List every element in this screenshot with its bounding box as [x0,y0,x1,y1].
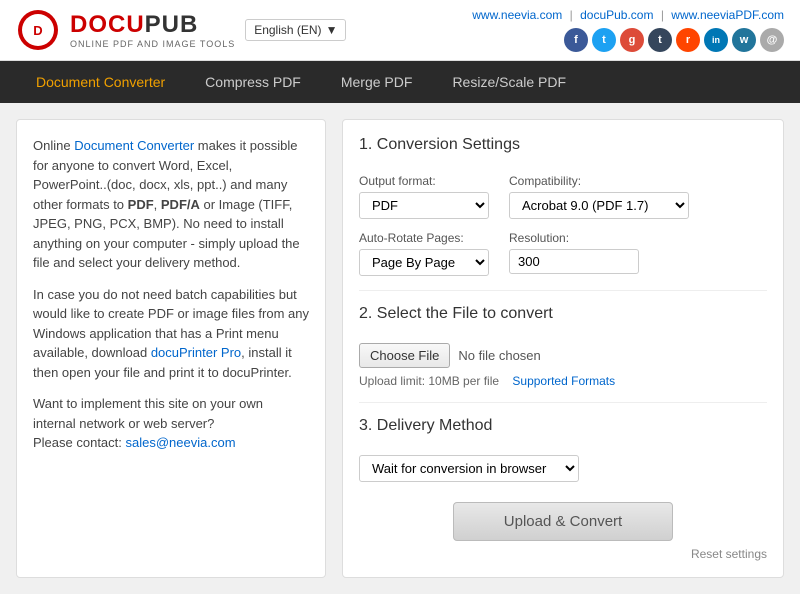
header-links: www.neevia.com | docuPub.com | www.neevi… [472,8,784,22]
file-chooser-row: Choose File No file chosen [359,343,767,368]
delivery-method-row: Wait for conversion in browser Download … [359,455,767,482]
resolution-group: Resolution: [509,231,639,276]
main-content: Online Document Converter makes it possi… [0,103,800,594]
email-icon[interactable]: @ [760,28,784,52]
right-panel: 1. Conversion Settings Output format: PD… [342,119,784,578]
wordpress-icon[interactable]: w [732,28,756,52]
divider-1 [359,290,767,291]
output-format-select[interactable]: PDF PDF/A TIFF JPEG PNG PCX BMP [359,192,489,219]
intro-paragraph-2: In case you do not need batch capabiliti… [33,285,309,383]
logo-area: D DOCUPUB ONLINE PDF AND IMAGE TOOLS Eng… [16,8,346,52]
docuprinter-link[interactable]: docuPrinter Pro [151,345,241,360]
linkedin-icon[interactable]: in [704,28,728,52]
twitter-icon[interactable]: t [592,28,616,52]
autorotate-resolution-row: Auto-Rotate Pages: Page By Page None All… [359,231,767,276]
choose-file-button[interactable]: Choose File [359,343,450,368]
intro-paragraph-3: Want to implement this site on your own … [33,394,309,453]
language-selector[interactable]: English (EN) ▼ [245,19,346,41]
nav-document-converter[interactable]: Document Converter [16,61,185,103]
google-plus-icon[interactable]: g [620,28,644,52]
section1-title: 1. Conversion Settings [359,136,767,160]
logo-subtitle: ONLINE PDF AND IMAGE TOOLS [70,39,235,49]
section2-title: 2. Select the File to convert [359,305,767,329]
autorotate-select[interactable]: Page By Page None All [359,249,489,276]
sales-email-link[interactable]: sales@neevia.com [126,435,236,450]
svg-text:D: D [33,23,42,38]
neeviapdf-link[interactable]: www.neeviaPDF.com [671,8,784,22]
upload-btn-area: Upload & Convert [359,502,767,541]
tumblr-icon[interactable]: t [648,28,672,52]
facebook-icon[interactable]: f [564,28,588,52]
resolution-label: Resolution: [509,231,639,245]
nav-resize-pdf[interactable]: Resize/Scale PDF [432,61,586,103]
output-format-label: Output format: [359,174,489,188]
nav-compress-pdf[interactable]: Compress PDF [185,61,321,103]
upload-convert-button[interactable]: Upload & Convert [453,502,673,541]
output-compat-row: Output format: PDF PDF/A TIFF JPEG PNG P… [359,174,767,219]
autorotate-group: Auto-Rotate Pages: Page By Page None All [359,231,489,276]
docupub-link[interactable]: docuPub.com [580,8,653,22]
intro-paragraph-1: Online Document Converter makes it possi… [33,136,309,273]
logo-icon: D [16,8,60,52]
compatibility-label: Compatibility: [509,174,689,188]
upload-info: Upload limit: 10MB per file Supported Fo… [359,374,767,388]
delivery-method-select[interactable]: Wait for conversion in browser Download … [359,455,579,482]
top-header: D DOCUPUB ONLINE PDF AND IMAGE TOOLS Eng… [0,0,800,61]
supported-formats-link[interactable]: Supported Formats [512,374,615,388]
neevia-link[interactable]: www.neevia.com [472,8,562,22]
nav-merge-pdf[interactable]: Merge PDF [321,61,433,103]
divider-2 [359,402,767,403]
reset-settings-link[interactable]: Reset settings [359,547,767,561]
compatibility-group: Compatibility: Acrobat 9.0 (PDF 1.7) Acr… [509,174,689,219]
left-panel: Online Document Converter makes it possi… [16,119,326,578]
social-icons: f t g t r in w @ [472,28,784,52]
chevron-down-icon: ▼ [326,23,338,37]
logo-name: DOCUPUB [70,11,235,39]
autorotate-label: Auto-Rotate Pages: [359,231,489,245]
logo-text: DOCUPUB ONLINE PDF AND IMAGE TOOLS [70,11,235,49]
doc-converter-link[interactable]: Document Converter [74,138,194,153]
no-file-label: No file chosen [458,348,540,363]
section3-title: 3. Delivery Method [359,417,767,441]
header-right: www.neevia.com | docuPub.com | www.neevi… [472,8,784,52]
compatibility-select[interactable]: Acrobat 9.0 (PDF 1.7) Acrobat 8.0 (PDF 1… [509,192,689,219]
nav-bar: Document Converter Compress PDF Merge PD… [0,61,800,103]
output-format-group: Output format: PDF PDF/A TIFF JPEG PNG P… [359,174,489,219]
reddit-icon[interactable]: r [676,28,700,52]
resolution-input[interactable] [509,249,639,274]
